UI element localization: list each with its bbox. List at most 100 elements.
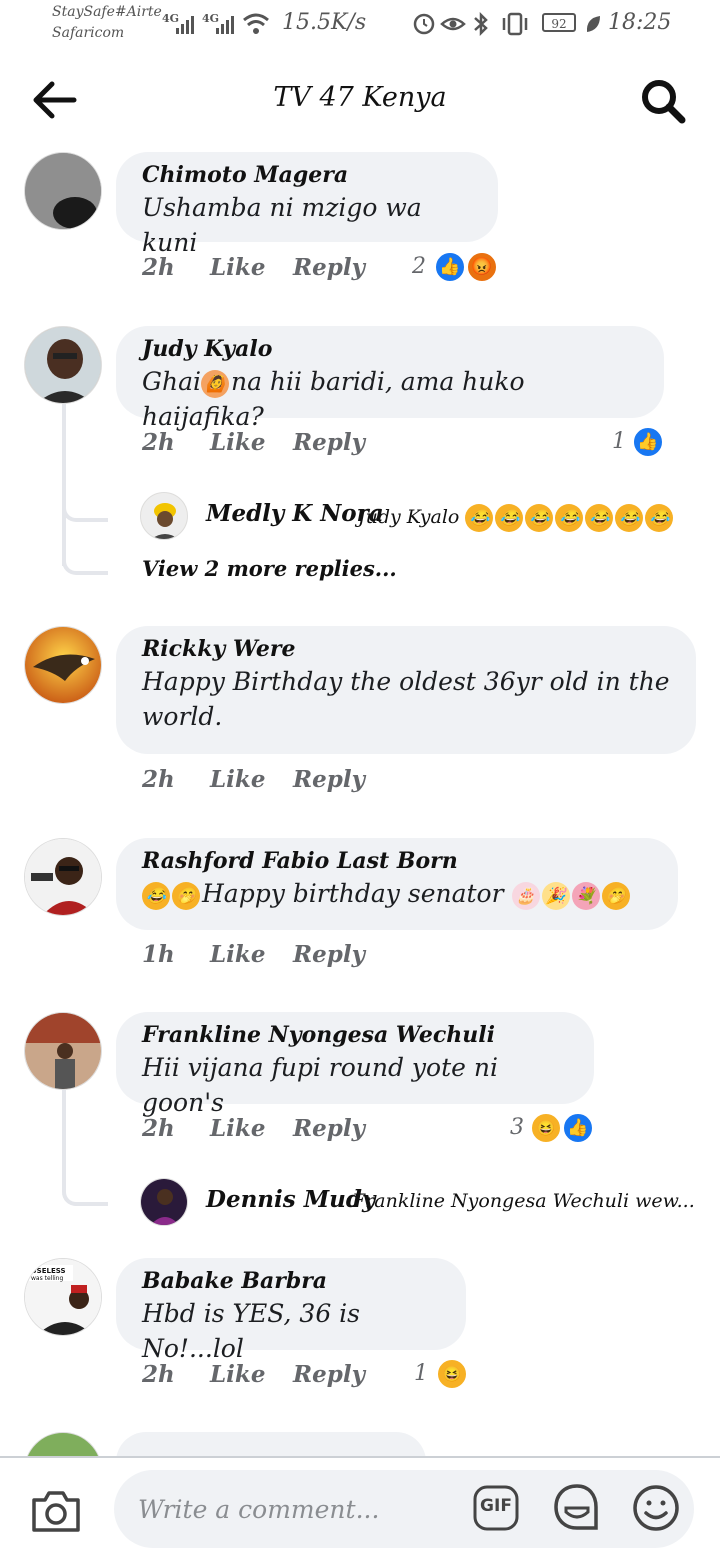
comment-text-line: world.	[142, 702, 223, 731]
like-link[interactable]: Like	[210, 1361, 265, 1388]
reaction-count[interactable]: 3	[510, 1115, 524, 1140]
comment-bubble[interactable]: Babake Barbra Hbd is YES, 36 is No!...lo…	[116, 1258, 466, 1363]
birthday-cake-emoji-icon: 🎂	[511, 881, 540, 910]
comment-author[interactable]: Rickky Were	[142, 636, 670, 662]
network-speed: 15.5K/s	[282, 10, 367, 35]
reply-link[interactable]: Reply	[293, 1361, 365, 1388]
hand-over-mouth-emoji-icon: 🤭	[172, 881, 200, 910]
eye-comfort-icon	[440, 12, 466, 40]
comment-bubble[interactable]: Frankline Nyongesa Wechuli Hii vijana fu…	[116, 1012, 594, 1117]
camera-icon[interactable]	[30, 1486, 82, 1534]
sticker-icon[interactable]	[552, 1482, 602, 1534]
signal-icon-1	[176, 14, 196, 38]
signal-icon-2	[216, 14, 236, 38]
laughing-emoji-icon: 😂	[465, 504, 494, 532]
comment-author[interactable]: Babake Barbra	[142, 1268, 440, 1294]
comment-time: 2h	[142, 429, 175, 456]
reply-text-mention: Judy Kyalo	[358, 506, 460, 528]
comment-bubble[interactable]: Chimoto Magera Ushamba ni mzigo wa kuni	[116, 152, 498, 257]
comment-time: 2h	[142, 766, 175, 793]
reply-link[interactable]: Reply	[293, 429, 365, 456]
like-reaction-icon[interactable]: 👍	[562, 1112, 594, 1144]
comment-text: 😂 🤭 Happy birthday senator 🎂 🎉 💐 🤭	[142, 876, 652, 911]
laughing-emoji-icon: 😂	[495, 504, 524, 532]
avatar[interactable]: USELESS was telling	[24, 1258, 102, 1336]
view-more-replies-link[interactable]: View 2 more replies...	[142, 556, 397, 581]
comment-input[interactable]	[114, 1470, 694, 1548]
haha-reaction-icon[interactable]: 😆	[530, 1112, 562, 1144]
laughing-emoji-icon: 😂	[585, 504, 614, 532]
comment-author[interactable]: Frankline Nyongesa Wechuli	[142, 1022, 568, 1048]
comment-author[interactable]: Chimoto Magera	[142, 162, 472, 188]
like-link[interactable]: Like	[210, 1115, 265, 1142]
comment-bubble[interactable]: Judy Kyalo Ghai 🙆 na hii baridi, ama huko …	[116, 326, 664, 431]
avatar[interactable]	[24, 626, 102, 704]
vibrate-icon	[500, 12, 530, 40]
status-bar: StaySafe#Airte Safaricom 4G 4G 15.5K/s 9…	[0, 0, 720, 50]
comment-author[interactable]: Judy Kyalo	[142, 336, 638, 362]
leaf-icon	[584, 13, 602, 39]
thread-branch	[62, 480, 108, 522]
svg-text:was telling: was telling	[31, 1275, 63, 1282]
comment-bubble[interactable]: Rashford Fabio Last Born 😂 🤭 Happy birthda…	[116, 838, 678, 930]
comment-text-line: Happy Birthday the oldest 36yr old in th…	[142, 667, 670, 696]
comment-time: 2h	[142, 1115, 175, 1142]
avatar[interactable]	[24, 152, 102, 230]
emoji-icon[interactable]	[632, 1484, 680, 1532]
like-link[interactable]: Like	[210, 766, 265, 793]
thread-branch	[62, 1150, 108, 1206]
reaction-count[interactable]: 1	[414, 1361, 428, 1386]
like-link[interactable]: Like	[210, 254, 265, 281]
like-link[interactable]: Like	[210, 429, 265, 456]
comment-text-part: Ghai	[142, 367, 201, 396]
reply-link[interactable]: Reply	[293, 254, 365, 281]
reply-author[interactable]: Dennis Mudy	[206, 1186, 375, 1213]
comment-text: Ghai 🙆 na hii baridi, ama huko haijafika?	[142, 364, 638, 434]
like-reaction-icon[interactable]: 👍	[632, 426, 664, 458]
comment-text: Hbd is YES, 36 is No!...lol	[142, 1299, 360, 1363]
reaction-count[interactable]: 1	[612, 429, 626, 454]
laughing-emoji-icon: 😂	[525, 504, 554, 532]
gif-label: GIF	[480, 1496, 512, 1516]
bluetooth-icon	[472, 11, 490, 41]
comment-text-part: Happy birthday senator	[202, 879, 504, 908]
reply-text: Judy Kyalo 😂 😂 😂 😂 😂 😂 😂	[358, 504, 675, 532]
page-title: TV 47 Kenya	[273, 82, 447, 113]
avatar[interactable]	[24, 326, 102, 404]
laughing-emoji-icon: 😂	[142, 881, 170, 910]
like-reaction-icon[interactable]: 👍	[434, 251, 466, 283]
clock: 18:25	[608, 10, 672, 35]
reply-avatar[interactable]	[140, 492, 188, 540]
reply-avatar[interactable]	[140, 1178, 188, 1226]
thread-branch	[62, 535, 108, 575]
battery-level: 92	[551, 17, 567, 31]
reaction-count[interactable]: 2	[412, 254, 426, 279]
party-popper-emoji-icon: 🎉	[541, 881, 570, 910]
laughing-emoji-icon: 😂	[615, 504, 644, 532]
svg-text:USELESS: USELESS	[31, 1267, 66, 1275]
person-gesturing-emoji-icon: 🙆	[200, 369, 229, 398]
gif-icon[interactable]: GIF	[472, 1484, 520, 1532]
battery-icon: 92	[542, 13, 576, 32]
avatar[interactable]	[24, 1012, 102, 1090]
comment-time: 2h	[142, 254, 175, 281]
reply-link[interactable]: Reply	[293, 941, 365, 968]
avatar[interactable]	[24, 838, 102, 916]
wifi-icon	[242, 12, 270, 40]
hand-over-mouth-emoji-icon: 🤭	[601, 881, 630, 910]
carrier-name-2: Safaricom	[52, 25, 125, 41]
alarm-icon	[412, 12, 436, 40]
like-link[interactable]: Like	[210, 941, 265, 968]
angry-reaction-icon[interactable]: 😡	[466, 251, 498, 283]
haha-reaction-icon[interactable]: 😆	[436, 1358, 468, 1390]
comment-text: Ushamba ni mzigo wa kuni	[142, 193, 422, 257]
comment-time: 2h	[142, 1361, 175, 1388]
reply-text: Frankline Nyongesa Wechuli wew...	[352, 1190, 695, 1212]
carrier-name-1: StaySafe#Airte	[52, 4, 162, 20]
reply-link[interactable]: Reply	[293, 766, 365, 793]
comment-author[interactable]: Rashford Fabio Last Born	[142, 848, 652, 874]
comment-bubble[interactable]: Rickky Were Happy Birthday the oldest 36…	[116, 626, 696, 754]
reply-link[interactable]: Reply	[293, 1115, 365, 1142]
search-icon[interactable]	[638, 76, 688, 126]
laughing-emoji-icon: 😂	[645, 504, 674, 532]
